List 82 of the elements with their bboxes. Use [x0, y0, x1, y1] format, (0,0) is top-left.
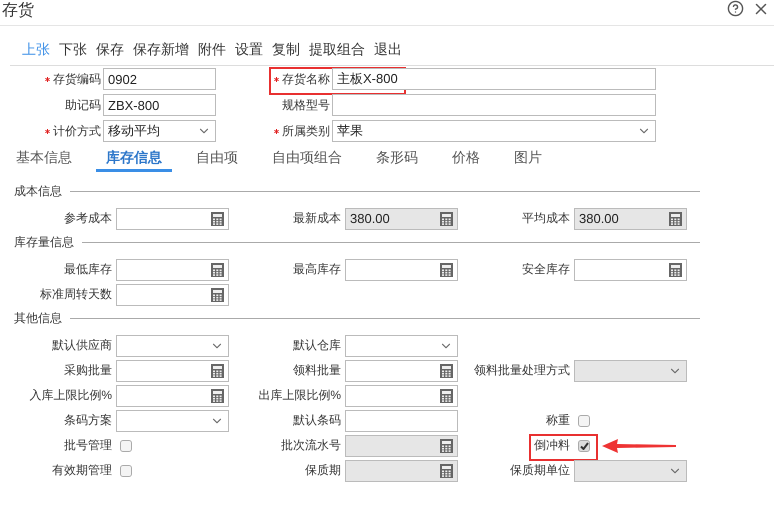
field-label: 倒冲料: [534, 437, 570, 454]
checkbox[interactable]: [120, 440, 132, 452]
calculator-icon[interactable]: [211, 262, 224, 276]
select-field[interactable]: [116, 410, 229, 432]
field-label: 存货名称: [274, 70, 330, 88]
field-label: 领料批量: [293, 362, 341, 379]
input-field[interactable]: [116, 208, 229, 230]
select-field[interactable]: [116, 334, 229, 356]
tab[interactable]: 自由项: [186, 146, 248, 172]
input-field[interactable]: [116, 384, 229, 406]
calculator-icon[interactable]: [211, 288, 224, 302]
field-label: 标准周转天数: [40, 286, 112, 303]
calculator-icon[interactable]: [211, 364, 224, 378]
tab[interactable]: 库存信息: [96, 146, 172, 172]
field-label: 领料批量处理方式: [474, 362, 570, 379]
select-field[interactable]: [345, 334, 458, 356]
input-field[interactable]: [574, 258, 687, 280]
field-label: 保质期: [305, 462, 341, 479]
checkbox[interactable]: [578, 414, 590, 426]
tab[interactable]: 图片: [504, 146, 552, 172]
field-label: 最新成本: [293, 210, 341, 227]
input-field[interactable]: [116, 360, 229, 382]
field-label: 默认供应商: [52, 337, 112, 354]
window-title: 存货: [1, 1, 34, 20]
checkbox[interactable]: [120, 464, 132, 476]
field-label: 默认仓库: [293, 337, 341, 354]
calculator-icon[interactable]: [440, 388, 453, 402]
section-title: 成本信息: [14, 182, 62, 200]
toolbar-button[interactable]: 设置: [235, 41, 263, 59]
input-field[interactable]: [116, 258, 229, 280]
input-field[interactable]: [332, 94, 656, 116]
checkbox[interactable]: [578, 440, 590, 452]
field-label: 批号管理: [64, 437, 112, 454]
toolbar-button[interactable]: 保存新增: [133, 41, 189, 59]
input-field[interactable]: [116, 284, 229, 306]
field-label: 默认条码: [293, 412, 341, 429]
tab[interactable]: 条形码: [366, 146, 428, 172]
help-icon[interactable]: [727, 0, 744, 17]
input-field[interactable]: [345, 384, 458, 406]
field-label: 助记码: [65, 96, 101, 114]
select-field[interactable]: 苹果: [332, 120, 656, 142]
toolbar-button[interactable]: 附件: [198, 41, 226, 59]
field-label: 参考成本: [64, 210, 112, 227]
checkmark-icon: [580, 442, 588, 450]
input-field[interactable]: 0902: [103, 68, 216, 90]
input-field[interactable]: ZBX-800: [103, 94, 216, 116]
field-label: 保质期单位: [510, 462, 570, 479]
field-label: 条码方案: [64, 412, 112, 429]
toolbar-button[interactable]: 下张: [59, 41, 87, 59]
toolbar-button[interactable]: 退出: [374, 41, 402, 59]
section-title: 其他信息: [14, 310, 62, 326]
calculator-icon[interactable]: [211, 388, 224, 402]
field-label: 规格型号: [282, 96, 330, 114]
tab[interactable]: 价格: [442, 146, 490, 172]
field-label: 采购批量: [64, 362, 112, 379]
field-label: 最高库存: [293, 261, 341, 278]
field-label: 有效期管理: [52, 462, 112, 479]
field-label: 安全库存: [522, 261, 570, 278]
toolbar-button[interactable]: 提取组合: [309, 41, 365, 59]
field-label: 批次流水号: [281, 437, 341, 454]
calculator-icon[interactable]: [669, 262, 682, 276]
toolbar-button[interactable]: 保存: [96, 41, 124, 59]
field-label: 所属类别: [274, 122, 330, 140]
calculator-icon[interactable]: [211, 212, 224, 226]
field-label: 入库上限比例%: [29, 387, 112, 404]
toolbar-button[interactable]: 复制: [272, 41, 300, 59]
field-label: 称重: [546, 412, 570, 429]
section-title: 库存量信息: [14, 234, 74, 250]
calculator-icon[interactable]: [440, 364, 453, 378]
input-field[interactable]: 主板X-800: [332, 68, 656, 90]
tab[interactable]: 基本信息: [6, 146, 82, 172]
calculator-icon[interactable]: [440, 262, 453, 276]
tab[interactable]: 自由项组合: [262, 146, 352, 172]
input-field[interactable]: [345, 258, 458, 280]
field-label: 计价方式: [45, 122, 101, 140]
field-label: 平均成本: [522, 210, 570, 227]
input-field[interactable]: [345, 360, 458, 382]
select-field[interactable]: 移动平均: [103, 120, 216, 142]
field-label: 最低库存: [64, 261, 112, 278]
field-label: 存货编码: [45, 70, 101, 88]
field-label: 出库上限比例%: [258, 387, 341, 404]
input-field[interactable]: [345, 410, 458, 432]
